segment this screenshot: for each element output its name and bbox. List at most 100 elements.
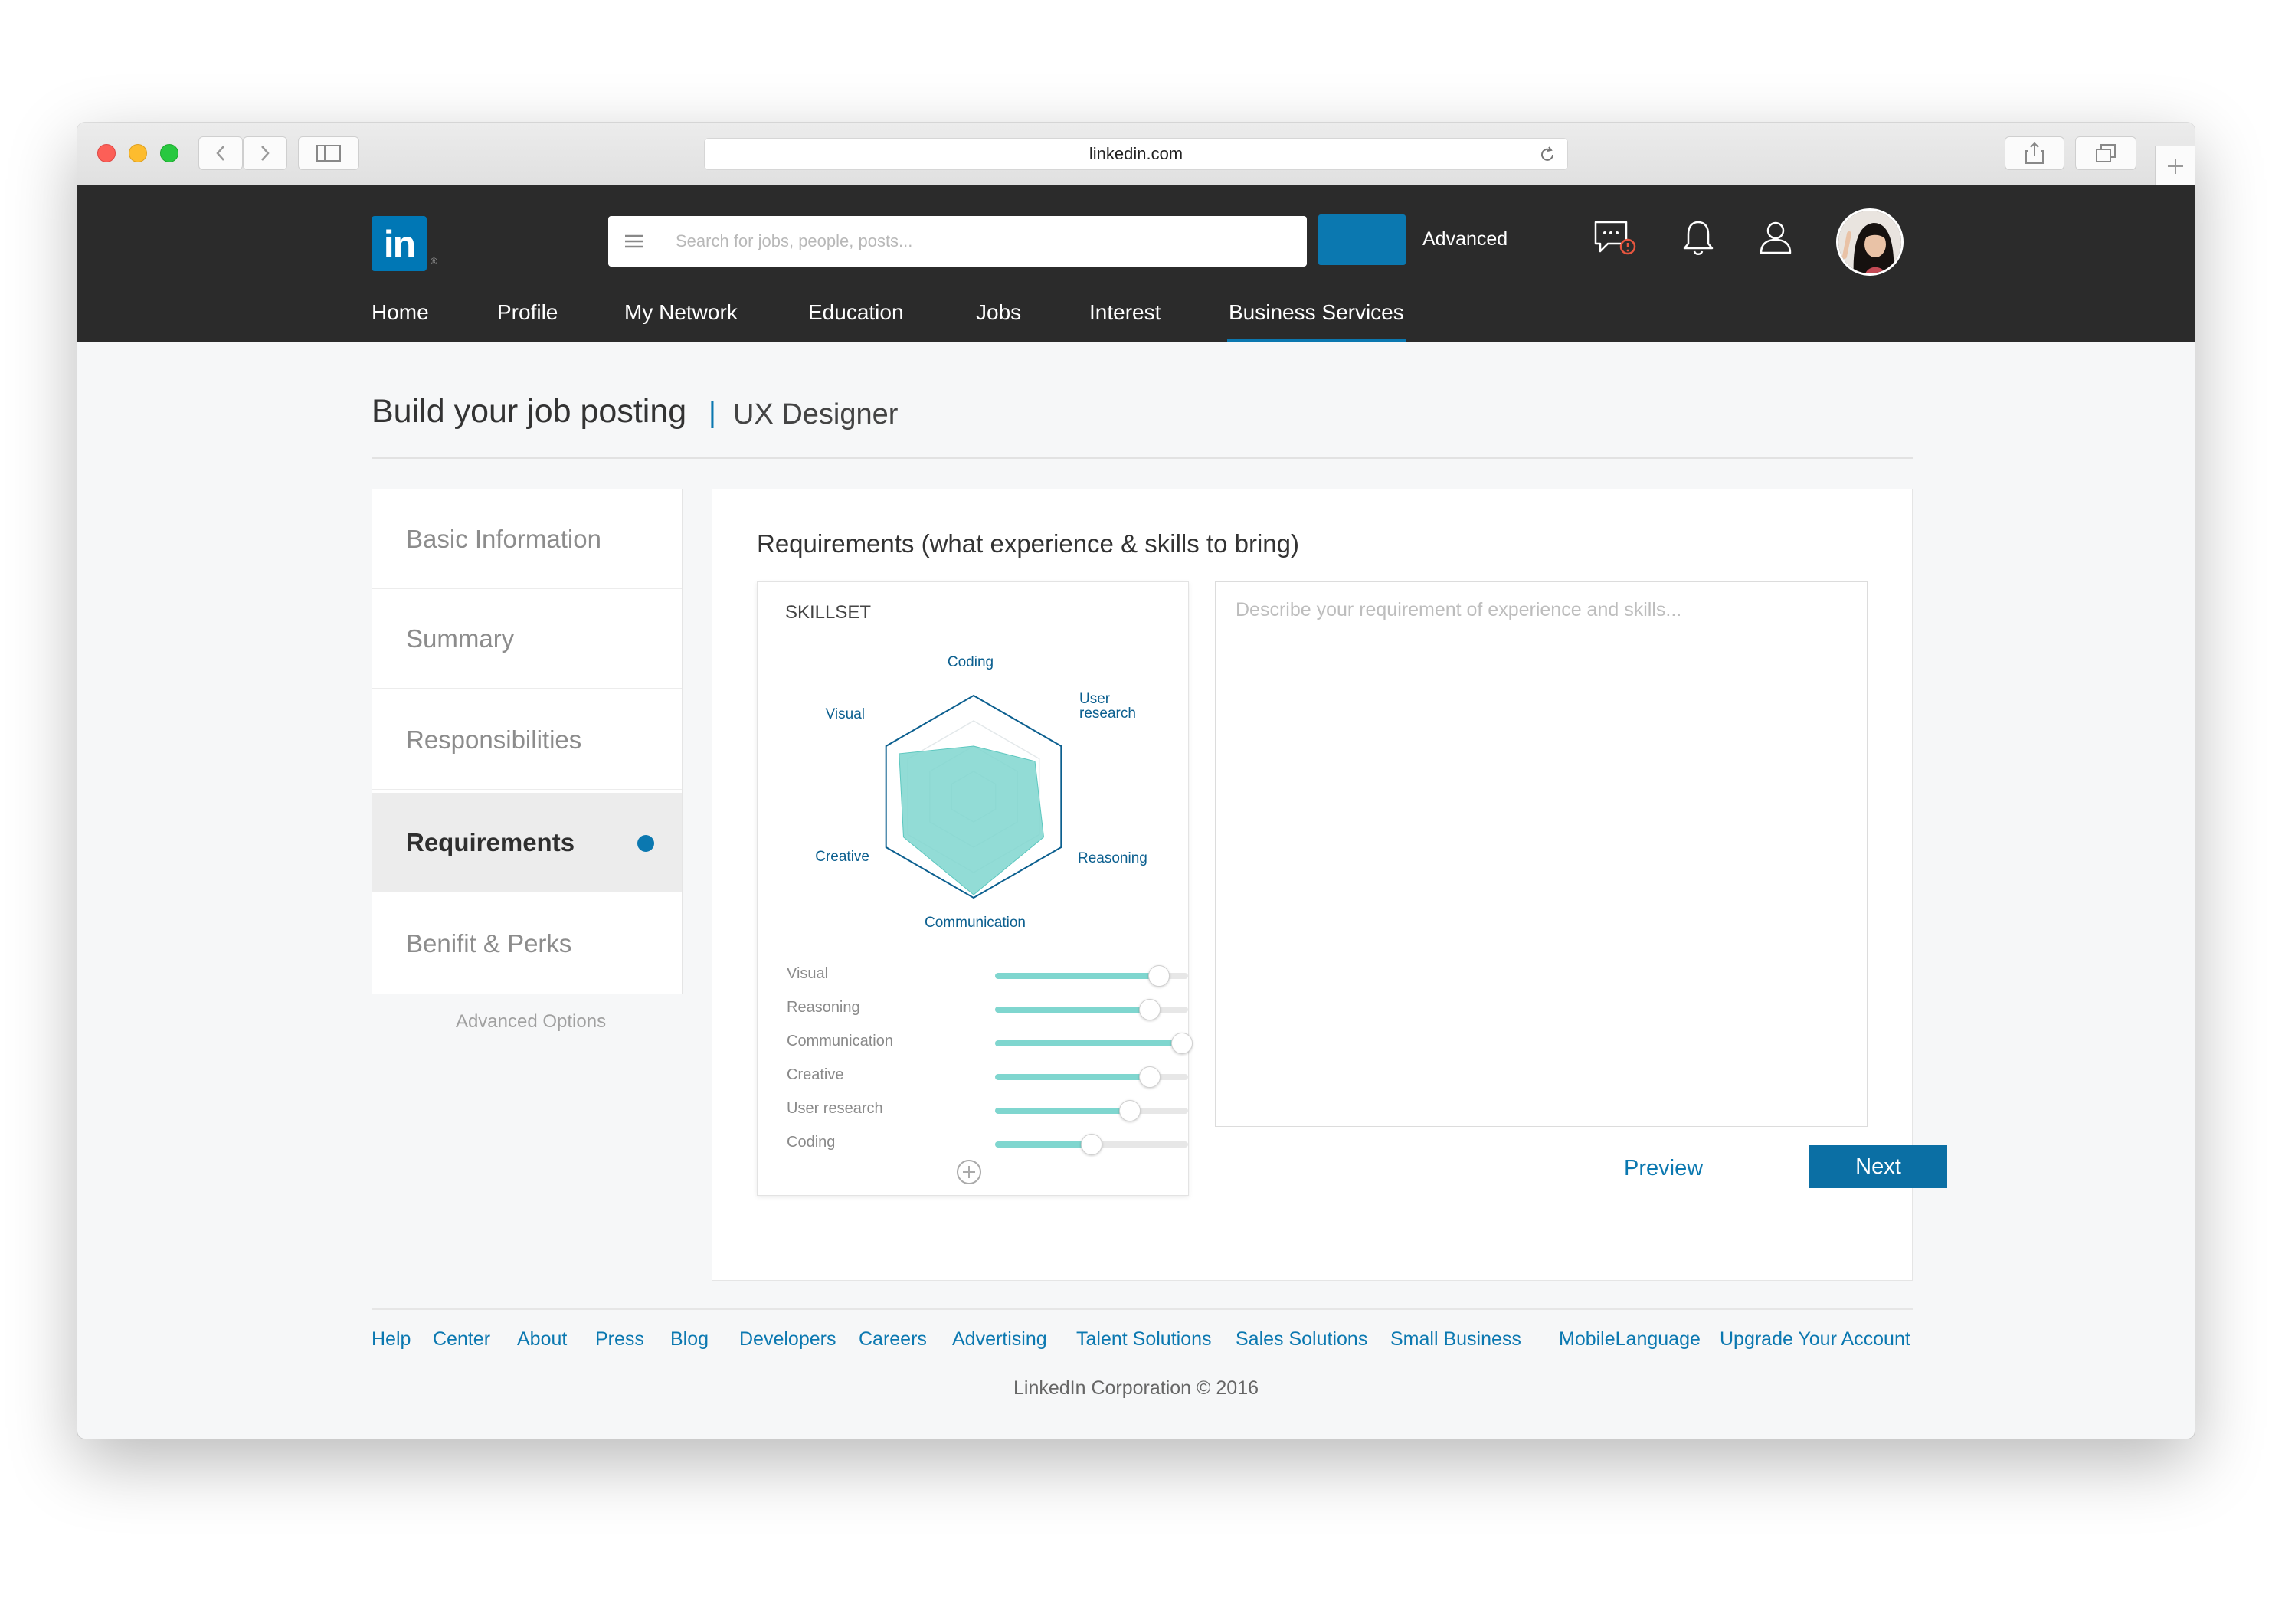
share-button[interactable] [2005,136,2064,170]
nav-jobs[interactable]: Jobs [976,300,1021,342]
skillset-caption: SKILLSET [785,602,872,623]
footer-link-developers[interactable]: Developers [739,1328,836,1351]
footer-link-sales-solutions[interactable]: Sales Solutions [1236,1328,1367,1351]
skill-slider-fill [995,1141,1092,1148]
nav-education[interactable]: Education [808,300,904,342]
linkedin-logo[interactable]: in [372,216,427,271]
radar-label-user-research-1: User [1079,691,1111,707]
skill-slider-handle[interactable] [1138,1066,1161,1088]
skill-slider-handle[interactable] [1171,1033,1193,1054]
skill-slider-handle[interactable] [1119,1100,1141,1121]
radar-label-reasoning: Reasoning [1078,850,1147,866]
skill-slider-label: User research [787,1100,883,1117]
nav-profile[interactable]: Profile [497,300,558,342]
skill-radar-chart: Coding User research Reasoning Communica… [815,654,1147,931]
skill-slider-track[interactable] [995,1100,1188,1121]
skillset-card: SKILLSET Coding User research Reasoning … [757,581,1193,1196]
skill-slider-track[interactable] [995,1033,1193,1054]
skill-slider-row: Reasoning [787,997,1188,1020]
footer-link-center[interactable]: Center [433,1328,490,1351]
radar-label-communication: Communication [925,915,1026,931]
skill-slider-handle[interactable] [1148,965,1170,987]
profile-photo [1838,211,1901,273]
requirements-heading: Requirements (what experience & skills t… [757,529,1299,558]
bell-icon[interactable] [1681,219,1715,257]
copyright-text: LinkedIn Corporation © 2016 [1013,1377,1259,1399]
browser-toolbar: linkedin.com [77,123,2195,185]
address-bar[interactable]: linkedin.com [704,138,1568,170]
avatar[interactable] [1836,208,1904,276]
new-tab-button[interactable] [2155,146,2195,185]
skill-slider-fill [995,973,1160,979]
messages-icon[interactable] [1593,219,1637,257]
nav-business-services[interactable]: Business Services [1227,300,1406,342]
preview-button[interactable]: Preview [1624,1156,1703,1181]
footer-link-about[interactable]: About [517,1328,567,1351]
nav-my-network[interactable]: My Network [624,300,738,342]
back-button[interactable] [198,136,243,170]
step-label: Summary [406,624,515,653]
steps-sidebar: Basic Information Summary Responsibiliti… [372,489,683,994]
close-window-button[interactable] [97,144,116,162]
footer-link-blog[interactable]: Blog [670,1328,709,1351]
skill-slider-label: Communication [787,1033,893,1049]
footer-link-careers[interactable]: Careers [859,1328,927,1351]
step-requirements[interactable]: Requirements [372,793,682,892]
footer-link-small-business[interactable]: Small Business [1390,1328,1521,1351]
footer-link-advertising[interactable]: Advertising [952,1328,1047,1351]
skill-slider-handle[interactable] [1138,999,1161,1020]
skill-slider-fill [995,1040,1183,1046]
search-menu-button[interactable] [608,216,660,267]
step-responsibilities[interactable]: Responsibilities [372,690,682,790]
zoom-window-button[interactable] [160,144,178,162]
skill-slider-label: Visual [787,965,829,982]
title-divider [372,457,1913,459]
skill-slider-track[interactable] [995,999,1188,1020]
skill-slider-row: Communication [787,1031,1193,1054]
nav-home[interactable]: Home [372,300,429,342]
user-icon[interactable] [1758,219,1793,257]
sidebar-icon [316,145,341,162]
advanced-search-link[interactable]: Advanced [1422,228,1508,250]
registered-mark: ® [431,256,437,267]
step-summary[interactable]: Summary [372,589,682,689]
footer-links: Help Center About Press Blog Developers … [372,1328,1919,1356]
footer-link-upgrade-account[interactable]: Upgrade Your Account [1720,1328,1910,1351]
skill-slider-label: Creative [787,1066,844,1083]
main-nav: Home Profile My Network Education Jobs I… [77,300,2195,342]
skill-slider-track[interactable] [995,1066,1188,1088]
next-button[interactable]: Next [1809,1145,1947,1188]
footer-divider [372,1308,1913,1310]
skill-slider-fill [995,1074,1150,1080]
reload-icon[interactable] [1538,146,1557,164]
sidebar-toggle-button[interactable] [298,136,359,170]
address-text: linkedin.com [1089,144,1183,163]
search-bar [608,216,1307,267]
skill-slider-track[interactable] [995,1134,1188,1155]
advanced-options-link[interactable]: Advanced Options [372,1011,690,1033]
minimize-window-button[interactable] [129,144,147,162]
share-icon [2025,142,2044,164]
radar-label-visual: Visual [826,706,865,722]
add-skill-icon[interactable] [955,1158,983,1186]
nav-interest[interactable]: Interest [1089,300,1161,342]
search-input[interactable] [662,216,1298,267]
skill-slider-track[interactable] [995,965,1188,987]
radar-skill-shape [899,745,1045,895]
skill-slider-fill [995,1007,1150,1013]
footer-link-press[interactable]: Press [595,1328,644,1351]
footer-link-help[interactable]: Help [372,1328,411,1351]
tabs-button[interactable] [2075,136,2136,170]
requirements-panel: Requirements (what experience & skills t… [712,489,1947,1281]
radar-label-creative: Creative [815,849,869,865]
title-separator: | [709,397,716,429]
step-basic-information[interactable]: Basic Information [372,489,682,589]
footer-link-talent-solutions[interactable]: Talent Solutions [1076,1328,1212,1351]
footer-link-mobile-language[interactable]: MobileLanguage [1559,1328,1701,1351]
search-button[interactable] [1318,214,1406,265]
step-benefit-perks[interactable]: Benifit & Perks [372,894,682,994]
requirements-description-input[interactable] [1215,581,1868,1127]
chevron-left-icon [216,146,224,161]
forward-button[interactable] [243,136,287,170]
skill-slider-handle[interactable] [1081,1134,1102,1155]
